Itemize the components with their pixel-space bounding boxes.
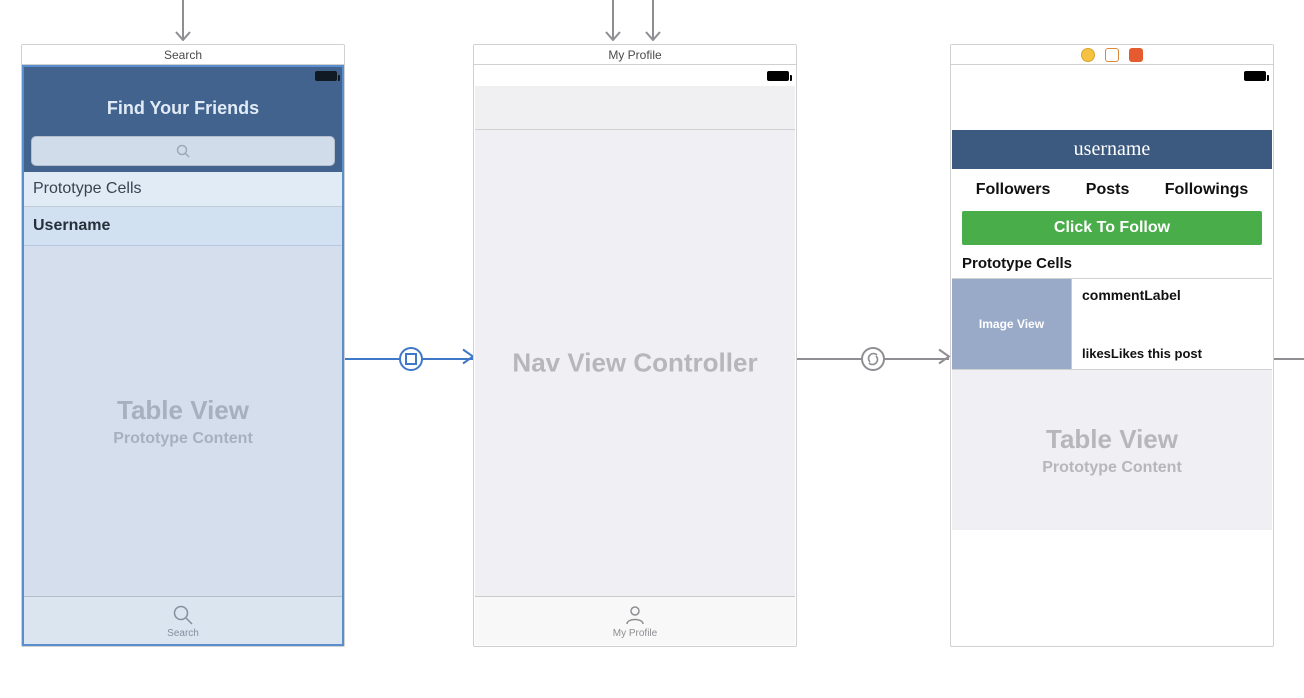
scene-title-guest <box>951 45 1273 65</box>
table-view-placeholder[interactable]: Table View Prototype Content <box>23 246 343 596</box>
username-label: Username <box>33 217 110 234</box>
outlet-indicator-icon <box>1105 48 1119 62</box>
nav-title: Find Your Friends <box>107 98 259 118</box>
battery-icon <box>1244 71 1266 81</box>
search-icon <box>176 144 190 158</box>
comment-label: commentLabel <box>1082 287 1262 303</box>
placeholder-subtitle: Prototype Content <box>113 430 253 448</box>
search-tab-icon[interactable] <box>172 604 194 626</box>
follow-button[interactable]: Click To Follow <box>962 211 1262 245</box>
posts-label[interactable]: Posts <box>1086 181 1130 199</box>
scene-my-profile[interactable]: My Profile Nav View Controller My Profil… <box>473 44 797 647</box>
scene-title-search: Search <box>22 45 344 65</box>
tab-bar: My Profile <box>475 596 795 645</box>
table-view-placeholder[interactable]: Table View Prototype Content <box>952 370 1272 530</box>
storyboard-canvas[interactable]: Search Find Your Friends Prototype Cells… <box>0 0 1304 698</box>
battery-icon <box>315 71 337 81</box>
scene-title-my-profile: My Profile <box>474 45 796 65</box>
segue-arrow-in-search <box>182 0 184 40</box>
segue-out-right <box>1274 358 1304 360</box>
nav-controller-label: Nav View Controller <box>475 348 795 379</box>
segue-relationship[interactable] <box>797 358 949 360</box>
followings-label[interactable]: Followings <box>1165 181 1249 199</box>
placeholder-subtitle: Prototype Content <box>1042 459 1182 477</box>
prototype-cells-header: Prototype Cells <box>952 255 1272 278</box>
likes-row: likesLikes this post <box>1082 346 1262 361</box>
segue-present-icon <box>399 347 423 371</box>
search-bar <box>23 130 343 172</box>
username-cell[interactable]: Username <box>23 207 343 246</box>
segue-arrow-in-profile-1 <box>612 0 614 40</box>
profile-tab-icon[interactable] <box>624 604 646 626</box>
image-view: Image View <box>952 279 1072 369</box>
segue-relationship-icon <box>861 347 885 371</box>
tab-label-search: Search <box>167 628 199 639</box>
scene-guest-profile[interactable]: username Followers Posts Followings Clic… <box>950 44 1274 647</box>
followers-label[interactable]: Followers <box>976 181 1051 199</box>
search-field[interactable] <box>31 136 335 166</box>
placeholder-title: Table View <box>117 395 249 426</box>
username-header: username <box>952 130 1272 169</box>
scene-search[interactable]: Search Find Your Friends Prototype Cells… <box>21 44 345 647</box>
class-indicator-icon <box>1081 48 1095 62</box>
post-cell[interactable]: Image View commentLabel likesLikes this … <box>952 278 1272 370</box>
battery-icon <box>767 71 789 81</box>
nav-bar-search: Find Your Friends <box>23 86 343 130</box>
placeholder-title: Table View <box>1046 424 1178 455</box>
prototype-cells-header: Prototype Cells <box>23 172 343 207</box>
segue-present[interactable] <box>345 358 473 360</box>
tab-bar: Search <box>23 596 343 645</box>
tab-label-profile: My Profile <box>613 628 657 639</box>
segue-arrow-in-profile-2 <box>652 0 654 40</box>
nav-bar-plain <box>475 86 795 130</box>
exit-indicator-icon <box>1129 48 1143 62</box>
